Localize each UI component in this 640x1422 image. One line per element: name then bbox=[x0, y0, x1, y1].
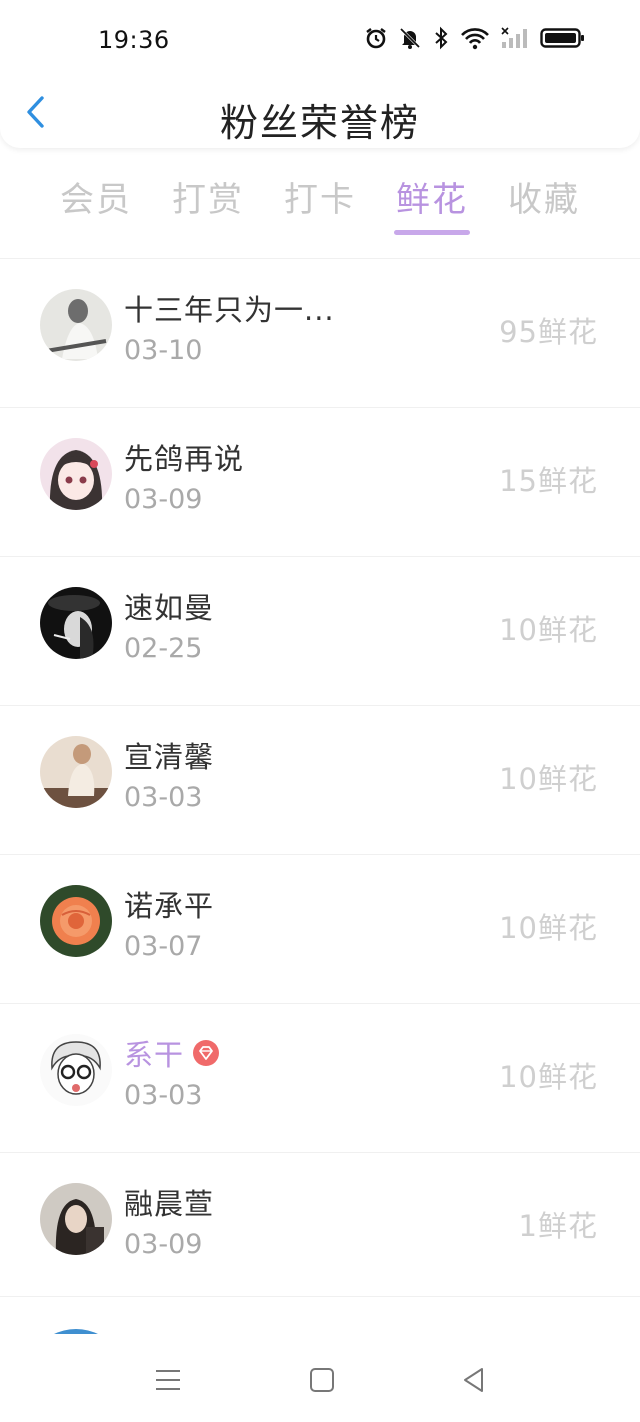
fan-date: 03-09 bbox=[124, 1229, 203, 1260]
avatar[interactable] bbox=[40, 1034, 112, 1106]
battery-icon bbox=[540, 26, 586, 54]
fan-name: 系干 bbox=[124, 1032, 220, 1074]
fan-name: 诺承平 bbox=[124, 889, 215, 923]
fan-name: 速如曼 bbox=[124, 591, 215, 625]
fan-name: 融晨萱 bbox=[124, 1187, 215, 1221]
avatar[interactable] bbox=[40, 736, 112, 808]
home-square-icon bbox=[310, 1368, 334, 1392]
flower-count: 95鲜花 bbox=[499, 315, 598, 349]
fan-date: 02-25 bbox=[124, 633, 203, 664]
fan-name: 先鸽再说 bbox=[124, 442, 245, 476]
list-item[interactable]: 系干 03-03 10鲜花 bbox=[0, 1003, 640, 1152]
list-item[interactable]: 速如曼 02-25 10鲜花 bbox=[0, 556, 640, 705]
flower-count: 1鲜花 bbox=[518, 1209, 598, 1243]
system-nav-bar bbox=[0, 1334, 640, 1422]
fan-name: 宣清馨 bbox=[124, 740, 215, 774]
cellular-signal-icon bbox=[500, 26, 530, 54]
list-item[interactable]: 先鸽再说 03-09 15鲜花 bbox=[0, 407, 640, 556]
flower-count: 10鲜花 bbox=[499, 762, 598, 796]
fan-date: 03-09 bbox=[124, 484, 203, 515]
list-item-partial[interactable] bbox=[0, 1296, 640, 1335]
tab-bar: 会员 打赏 打卡 鲜花 收藏 bbox=[40, 172, 600, 242]
flower-count: 10鲜花 bbox=[499, 613, 598, 647]
diamond-badge-icon bbox=[193, 1040, 220, 1066]
mute-bell-icon bbox=[398, 26, 422, 54]
avatar[interactable] bbox=[40, 1183, 112, 1255]
avatar[interactable] bbox=[40, 438, 112, 510]
fan-date: 03-03 bbox=[124, 1080, 203, 1111]
header: 19:36 粉丝荣誉榜 bbox=[0, 0, 640, 148]
fan-ranking-list: 十三年只为一... 03-10 95鲜花 先鸽再说 03-09 15鲜花 速如曼… bbox=[0, 258, 640, 1301]
back-nav-button[interactable] bbox=[454, 1360, 494, 1400]
avatar[interactable] bbox=[40, 289, 112, 361]
alarm-icon bbox=[364, 26, 388, 54]
avatar[interactable] bbox=[40, 587, 112, 659]
avatar[interactable] bbox=[40, 885, 112, 957]
tab-flowers[interactable]: 鲜花 bbox=[376, 172, 488, 242]
tab-tips[interactable]: 打赏 bbox=[152, 172, 264, 242]
bluetooth-icon bbox=[432, 26, 450, 54]
list-item[interactable]: 十三年只为一... 03-10 95鲜花 bbox=[0, 258, 640, 407]
list-item[interactable]: 诺承平 03-07 10鲜花 bbox=[0, 854, 640, 1003]
tab-checkin[interactable]: 打卡 bbox=[264, 172, 376, 242]
back-triangle-icon bbox=[464, 1368, 483, 1392]
status-bar: 19:36 bbox=[0, 0, 640, 80]
fan-date: 03-07 bbox=[124, 931, 203, 962]
tab-members[interactable]: 会员 bbox=[40, 172, 152, 242]
home-nav-button[interactable] bbox=[302, 1360, 342, 1400]
fan-name: 十三年只为一... bbox=[124, 293, 335, 327]
fan-date: 03-10 bbox=[124, 335, 203, 366]
wifi-icon bbox=[460, 26, 490, 54]
flower-count: 15鲜花 bbox=[499, 464, 598, 498]
tab-favorites[interactable]: 收藏 bbox=[488, 172, 600, 242]
list-item[interactable]: 宣清馨 03-03 10鲜花 bbox=[0, 705, 640, 854]
status-icons bbox=[364, 26, 586, 54]
flower-count: 10鲜花 bbox=[499, 911, 598, 945]
status-time: 19:36 bbox=[98, 26, 170, 54]
fan-date: 03-03 bbox=[124, 782, 203, 813]
menu-nav-button[interactable] bbox=[148, 1360, 188, 1400]
flower-count: 10鲜花 bbox=[499, 1060, 598, 1094]
list-item[interactable]: 融晨萱 03-09 1鲜花 bbox=[0, 1152, 640, 1301]
page-title: 粉丝荣誉榜 bbox=[219, 101, 420, 145]
menu-icon bbox=[156, 1370, 180, 1390]
